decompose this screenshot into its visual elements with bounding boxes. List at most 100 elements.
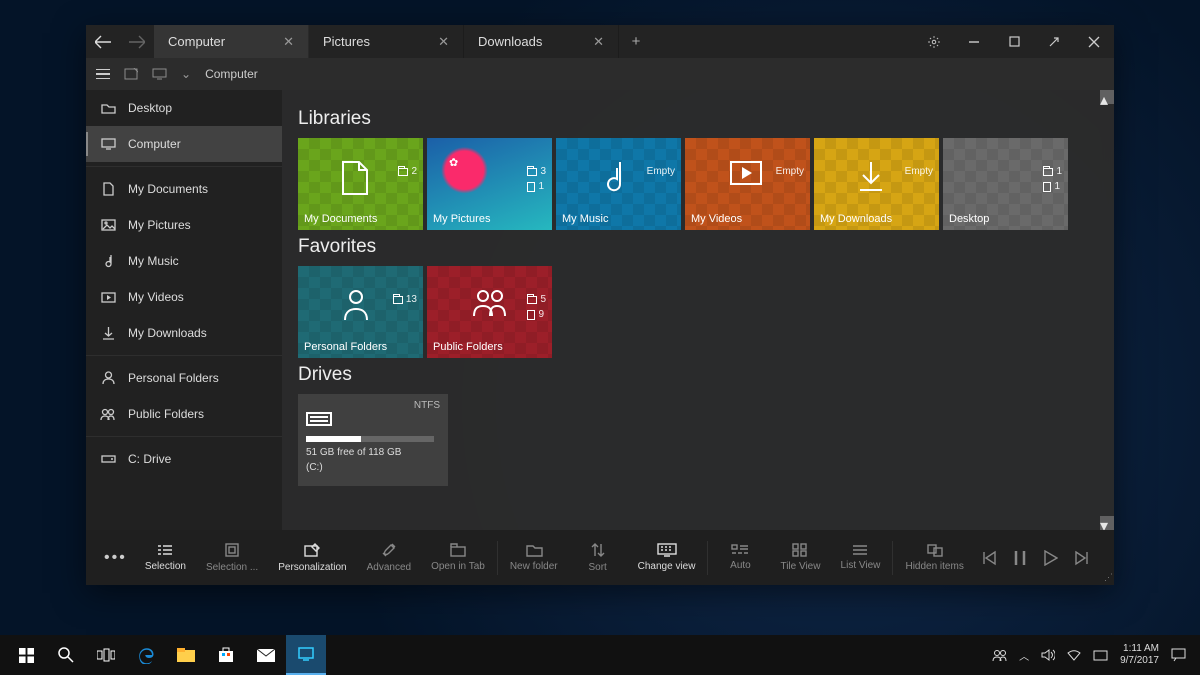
tab-label: Computer	[168, 34, 225, 49]
sidebar-item-my-music[interactable]: My Music	[86, 243, 282, 279]
tile-personal-folders[interactable]: 13Personal Folders	[298, 266, 423, 358]
start-button[interactable]	[6, 635, 46, 675]
monitor-icon[interactable]	[152, 68, 167, 80]
system-tray: ︿ 1:11 AM 9/7/2017	[992, 643, 1194, 667]
breadcrumb-chevron-icon[interactable]: ⌄	[181, 67, 191, 81]
tab-computer[interactable]: Computer ✕	[154, 25, 309, 58]
tile-label: Public Folders	[433, 341, 503, 353]
close-button[interactable]	[1074, 25, 1114, 58]
fullscreen-button[interactable]	[1034, 25, 1074, 58]
image-icon	[100, 219, 116, 231]
nav-back-button[interactable]	[86, 25, 120, 58]
tile-desktop[interactable]: 11Desktop	[943, 138, 1068, 230]
tile-my-downloads[interactable]: EmptyMy Downloads	[814, 138, 939, 230]
tile-my-pictures[interactable]: ✿31My Pictures	[427, 138, 552, 230]
clock-time: 1:11 AM	[1120, 643, 1159, 655]
maximize-button[interactable]	[994, 25, 1034, 58]
tile-label: My Downloads	[820, 213, 892, 225]
tile-public-folders[interactable]: 59Public Folders	[427, 266, 552, 358]
tab-pictures[interactable]: Pictures ✕	[309, 25, 464, 58]
people-icon	[100, 408, 116, 421]
cmd-selection-[interactable]: Selection ...	[196, 542, 268, 573]
cmd-label: Selection	[145, 561, 186, 572]
media-next-button[interactable]	[1074, 550, 1090, 566]
monitor-icon	[100, 138, 116, 150]
file-explorer-icon[interactable]	[166, 635, 206, 675]
cmd-label: Selection ...	[206, 562, 258, 573]
settings-button[interactable]	[914, 25, 954, 58]
sidebar-item-personal-folders[interactable]: Personal Folders	[86, 360, 282, 396]
tray-keyboard-icon[interactable]	[1093, 650, 1108, 661]
section-header-favorites: Favorites	[298, 236, 1098, 258]
edge-icon[interactable]	[126, 635, 166, 675]
cmd-selection[interactable]: Selection	[135, 543, 196, 572]
minimize-button[interactable]	[954, 25, 994, 58]
scroll-up-button[interactable]: ▴	[1100, 90, 1114, 104]
tile-my-music[interactable]: EmptyMy Music	[556, 138, 681, 230]
cmd-label: Personalization	[278, 562, 346, 573]
cmd-label: Tile View	[780, 561, 820, 572]
cmd-auto[interactable]: Auto	[710, 544, 770, 571]
tile-my-videos[interactable]: EmptyMy Videos	[685, 138, 810, 230]
tray-up-icon[interactable]: ︿	[1019, 648, 1029, 663]
close-tab-icon[interactable]: ✕	[593, 34, 604, 50]
sidebar-item-label: Computer	[128, 137, 181, 151]
cmd-list-view[interactable]: List View	[830, 544, 890, 571]
search-button[interactable]	[46, 635, 86, 675]
cmd-tile-view[interactable]: Tile View	[770, 543, 830, 572]
drive-icon	[306, 412, 332, 426]
mail-icon[interactable]	[246, 635, 286, 675]
sidebar-item-public-folders[interactable]: Public Folders	[86, 396, 282, 432]
cmd-change-view[interactable]: Change view	[628, 543, 706, 572]
sidebar-item-computer[interactable]: Computer	[86, 126, 282, 162]
scroll-down-button[interactable]: ▾	[1100, 516, 1114, 530]
close-tab-icon[interactable]: ✕	[438, 34, 449, 50]
cmd-open-in-tab[interactable]: Open in Tab	[421, 543, 495, 572]
action-center-icon[interactable]	[1171, 648, 1186, 662]
sidebar-item-my-pictures[interactable]: My Pictures	[86, 207, 282, 243]
resize-handle[interactable]: ⋰	[1104, 572, 1112, 583]
video-icon	[100, 292, 116, 303]
tray-network-icon[interactable]	[1067, 649, 1081, 661]
cmd-icon	[381, 542, 397, 558]
cmd-personalization[interactable]: Personalization	[268, 542, 356, 573]
tab-downloads[interactable]: Downloads✕	[464, 25, 619, 58]
tray-people-icon[interactable]	[992, 649, 1007, 662]
cmd-label: Auto	[730, 560, 751, 571]
new-window-icon[interactable]	[124, 68, 138, 80]
task-view-button[interactable]	[86, 635, 126, 675]
cmd-advanced[interactable]: Advanced	[357, 542, 421, 573]
media-pause-button[interactable]	[1013, 550, 1027, 566]
store-icon[interactable]	[206, 635, 246, 675]
menu-button[interactable]	[96, 69, 110, 80]
sidebar-item-c-drive[interactable]: C: Drive	[86, 441, 282, 477]
sidebar-item-my-documents[interactable]: My Documents	[86, 171, 282, 207]
media-prev-button[interactable]	[981, 550, 997, 566]
music-icon	[600, 160, 626, 194]
cmd-hidden-items[interactable]: Hidden items	[895, 543, 973, 572]
media-play-button[interactable]	[1043, 550, 1058, 566]
tile-label: Desktop	[949, 213, 989, 225]
sidebar-item-my-downloads[interactable]: My Downloads	[86, 315, 282, 351]
download-icon	[100, 326, 116, 340]
close-tab-icon[interactable]: ✕	[283, 34, 294, 50]
drive-tile-c[interactable]: NTFS51 GB free of 118 GB(C:)	[298, 394, 448, 486]
app-window: Computer✕Pictures✕Downloads✕ + ⌄ Compute…	[86, 25, 1114, 585]
app-taskbar-icon[interactable]	[286, 635, 326, 675]
tile-label: My Music	[562, 213, 608, 225]
nav-forward-button[interactable]	[120, 25, 154, 58]
cmd-new-folder[interactable]: New folder	[500, 543, 568, 572]
sidebar-item-my-videos[interactable]: My Videos	[86, 279, 282, 315]
tray-clock[interactable]: 1:11 AM 9/7/2017	[1120, 643, 1159, 667]
cmd-icon	[303, 542, 321, 558]
tab-label: Pictures	[323, 34, 370, 49]
breadcrumb[interactable]: Computer	[205, 67, 258, 81]
tile-my-documents[interactable]: 2My Documents	[298, 138, 423, 230]
cmd-sort[interactable]: Sort	[568, 542, 628, 573]
new-tab-button[interactable]: +	[619, 25, 653, 58]
more-button[interactable]: •••	[96, 549, 135, 567]
cmd-icon	[926, 543, 944, 557]
sidebar-item-label: My Downloads	[128, 326, 207, 340]
tray-volume-icon[interactable]	[1041, 649, 1055, 661]
sidebar-item-desktop[interactable]: Desktop	[86, 90, 282, 126]
